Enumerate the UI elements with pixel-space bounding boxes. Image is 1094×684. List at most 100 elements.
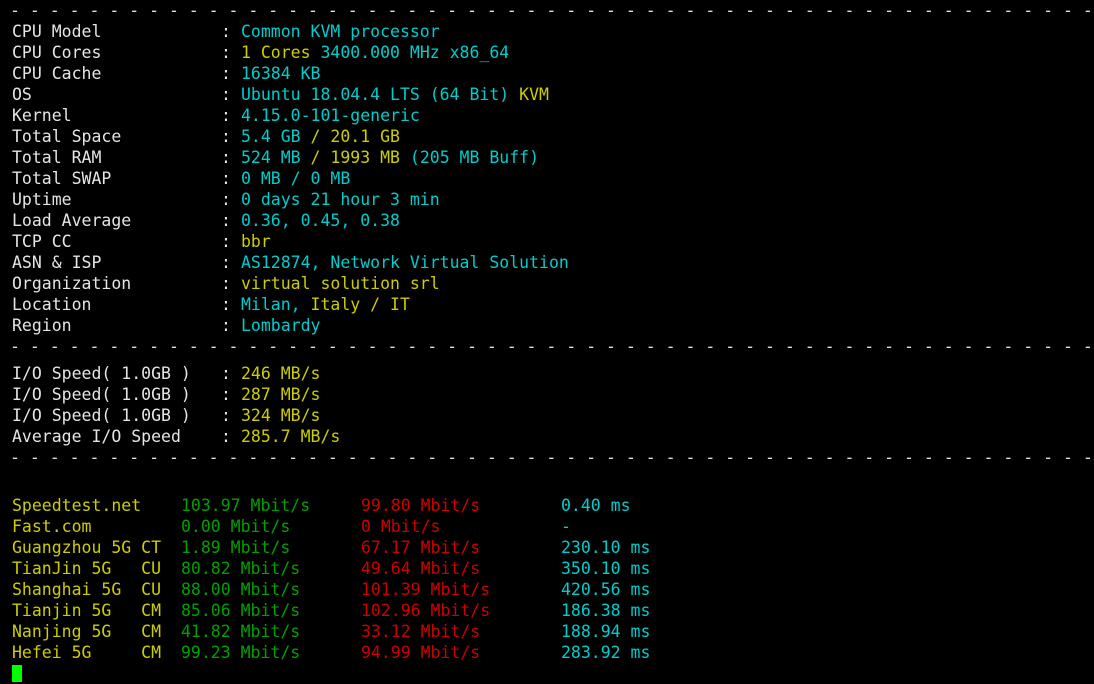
info-value-segment: 16384 KB [241,64,321,83]
info-colon: : [221,274,231,293]
io-speed-label: I/O Speed( 1.0GB ) [12,385,191,404]
block-cursor [12,665,22,682]
info-value-segment: 5.4 GB [241,127,311,146]
info-label: Region [12,316,72,335]
terminal-window[interactable]: - - - - - - - - - - - - - - - - - - - - … [0,0,1094,682]
info-value-segment: 0.36, 0.45, 0.38 [241,211,400,230]
info-colon: : [221,253,231,272]
info-label: CPU Cores [12,43,102,62]
info-value-segment: 3400.000 MHz x86_64 [320,43,510,62]
cell-download-speed: 49.64 Mbit/s [361,559,481,578]
cell-download-speed: 102.96 Mbit/s [361,601,491,620]
cell-node-name: Hefei 5G CM [12,643,162,662]
info-colon: : [221,85,231,104]
info-value-segment: (205 MB Buff) [409,148,540,167]
io-speed-row: Average I/O Speed:285.7 MB/s [0,426,1094,447]
info-label: CPU Model [12,22,102,41]
separator-after-io: - - - - - - - - - - - - - - - - - - - - … [10,448,1093,467]
info-row: Total Space:5.4 GB / 20.1 GB [0,126,1094,147]
cell-download-speed: 101.39 Mbit/s [361,580,491,599]
info-value: 4.15.0-101-generic [241,105,420,126]
table-row: Speedtest.net 103.97 Mbit/s 99.80 Mbit/s 0.… [0,495,1094,516]
io-speed-row: I/O Speed( 1.0GB ):246 MB/s [0,363,1094,384]
cell-node-name: Guangzhou 5G CT [12,538,162,557]
info-label: Total Space [12,127,122,146]
info-value: 1 Cores 3400.000 MHz x86_64 [241,42,509,63]
io-speed-label: I/O Speed( 1.0GB ) [12,406,191,425]
network-table-header: Node NameUpload SpeedDownload SpeedLaten… [0,474,1094,495]
info-label: Total SWAP [12,169,112,188]
cell-download-speed: 33.12 Mbit/s [361,622,481,641]
cell-upload-speed: 0.00 Mbit/s [181,517,291,536]
io-speed-label: Average I/O Speed [12,427,181,446]
table-row: Nanjing 5G CM 41.82 Mbit/s 33.12 Mbit/s 188… [0,621,1094,642]
separator-top: - - - - - - - - - - - - - - - - - - - - … [10,1,1093,20]
io-speed-section: I/O Speed( 1.0GB ):246 MB/s I/O Speed( 1.… [0,363,1094,447]
io-speed-colon: : [221,406,231,425]
info-value-segment: 4.15.0-101-generic [241,106,420,125]
io-speed-colon: : [221,364,231,383]
info-colon: : [221,211,231,230]
io-speed-label: I/O Speed( 1.0GB ) [12,364,191,383]
info-value-segment: Common KVM processor [241,22,440,41]
io-speed-row: I/O Speed( 1.0GB ):287 MB/s [0,384,1094,405]
info-row: Organization: virtual solution srl [0,273,1094,294]
network-table-body: Speedtest.net 103.97 Mbit/s 99.80 Mbit/s 0.… [0,495,1094,663]
info-label: Total RAM [12,148,102,167]
info-label: Load Average [12,211,132,230]
cell-latency: 188.94 ms [561,622,651,641]
info-colon: : [221,316,231,335]
info-colon: : [221,127,231,146]
info-row: Kernel:4.15.0-101-generic [0,105,1094,126]
info-row: Location: Milan, Italy / IT [0,294,1094,315]
info-value-segment: bbr [241,232,271,251]
cell-latency: - [561,517,571,536]
cell-upload-speed: 99.23 Mbit/s [181,643,301,662]
info-row: TCP CC: bbr [0,231,1094,252]
io-speed-row: I/O Speed( 1.0GB ):324 MB/s [0,405,1094,426]
info-value: Common KVM processor [241,21,440,42]
info-row: Region: Lombardy [0,315,1094,336]
cell-latency: 230.10 ms [561,538,651,557]
info-label: Kernel [12,106,72,125]
cell-upload-speed: 80.82 Mbit/s [181,559,301,578]
info-label: TCP CC [12,232,72,251]
info-row: CPU Cache:16384 KB [0,63,1094,84]
cell-upload-speed: 1.89 Mbit/s [181,538,291,557]
info-value: AS12874, Network Virtual Solution [241,252,569,273]
cell-download-speed: 99.80 Mbit/s [361,496,481,515]
info-row: Uptime:0 days 21 hour 3 min [0,189,1094,210]
info-value-segment: 0 days 21 hour 3 min [241,190,440,209]
io-speed-value: 287 MB/s [241,385,321,404]
cell-node-name: Fast.com [12,517,92,536]
table-row: Shanghai 5G CU 88.00 Mbit/s 101.39 Mbit/s 4… [0,579,1094,600]
io-speed-colon: : [221,427,231,446]
cell-node-name: Nanjing 5G CM [12,622,162,641]
system-info-section: CPU Model: Common KVM processor CPU Cores:… [0,21,1094,336]
info-value-segment: / 1993 MB [310,148,410,167]
info-value: 0.36, 0.45, 0.38 [241,210,400,231]
info-value: 16384 KB [241,63,320,84]
info-value-segment: 1 Cores [241,43,321,62]
table-row: Tianjin 5G CM 85.06 Mbit/s 102.96 Mbit/s 18… [0,600,1094,621]
cell-download-speed: 94.99 Mbit/s [361,643,481,662]
info-colon: : [221,22,231,41]
cell-latency: 186.38 ms [561,601,651,620]
info-value: virtual solution srl [241,273,440,294]
info-label: Organization [12,274,132,293]
io-speed-value: 285.7 MB/s [241,427,341,446]
table-row: Hefei 5G CM 99.23 Mbit/s 94.99 Mbit/s 283.9… [0,642,1094,663]
info-colon: : [221,43,231,62]
io-speed-value: 324 MB/s [241,406,321,425]
info-value-segment: 524 MB [241,148,311,167]
cell-upload-speed: 41.82 Mbit/s [181,622,301,641]
info-label: Location [12,295,92,314]
info-value-segment: Ubuntu 18.04.4 LTS (64 Bit) [241,85,520,104]
info-colon: : [221,64,231,83]
info-row: CPU Model: Common KVM processor [0,21,1094,42]
info-value-segment: Italy / IT [310,295,410,314]
info-row: OS: Ubuntu 18.04.4 LTS (64 Bit) KVM [0,84,1094,105]
info-label: OS [12,85,32,104]
info-value-segment: / 20.1 GB [310,127,400,146]
info-label: CPU Cache [12,64,102,83]
